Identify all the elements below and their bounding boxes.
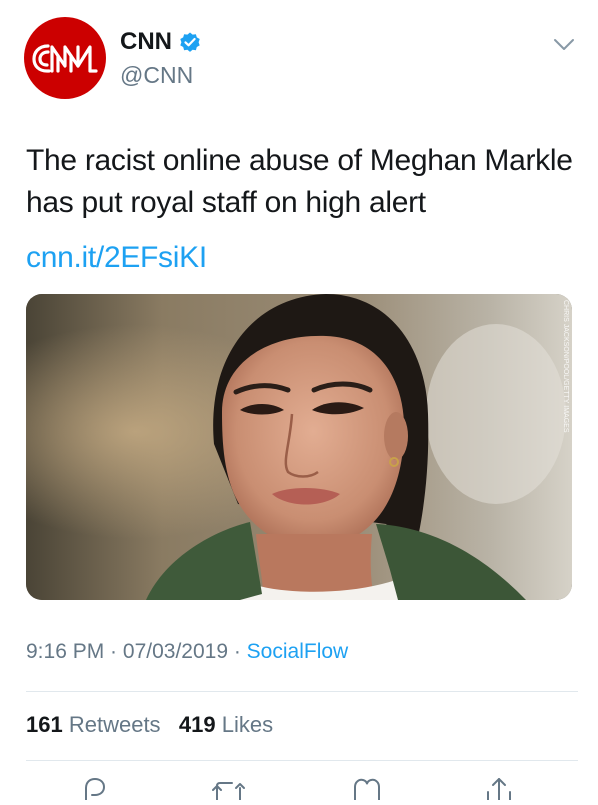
likes-label: Likes [221, 712, 274, 737]
chevron-down-icon[interactable] [553, 38, 575, 57]
tweet-image[interactable]: CHRIS JACKSON/POOL/GETTY IMAGES [26, 294, 572, 600]
likes-count: 419 [178, 712, 216, 737]
tweet-link[interactable]: cnn.it/2EFsiKI [26, 237, 207, 279]
tweet-actions [0, 774, 598, 801]
divider [26, 760, 578, 761]
retweets-stat[interactable]: 161 Retweets [26, 712, 161, 737]
retweets-label: Retweets [68, 712, 161, 737]
tweet-source[interactable]: SocialFlow [247, 640, 349, 663]
tweet-stats: 161 Retweets 419 Likes [26, 712, 273, 738]
tweet-meta: 9:16 PM · 07/03/2019 · SocialFlow [26, 640, 348, 664]
retweet-icon[interactable] [212, 774, 246, 805]
tweet-time: 9:16 PM [26, 640, 105, 663]
media-credit: CHRIS JACKSON/POOL/GETTY IMAGES [562, 300, 569, 433]
retweets-count: 161 [26, 712, 63, 737]
divider [26, 691, 578, 692]
cnn-logo [32, 44, 98, 73]
like-icon[interactable] [352, 774, 382, 805]
likes-stat[interactable]: 419 Likes [179, 712, 273, 737]
tweet-date: 07/03/2019 [122, 640, 228, 663]
verified-badge-icon [178, 30, 202, 54]
meta-separator: · [228, 640, 247, 663]
reply-icon[interactable] [80, 774, 110, 805]
avatar[interactable] [24, 17, 106, 99]
author-name[interactable]: CNN [120, 28, 172, 56]
author-handle[interactable]: @CNN [120, 62, 193, 89]
tweet-text: The racist online abuse of Meghan Markle… [26, 144, 573, 219]
meta-separator: · [104, 640, 123, 663]
author-name-row: CNN [120, 28, 202, 56]
share-icon[interactable] [484, 774, 514, 805]
